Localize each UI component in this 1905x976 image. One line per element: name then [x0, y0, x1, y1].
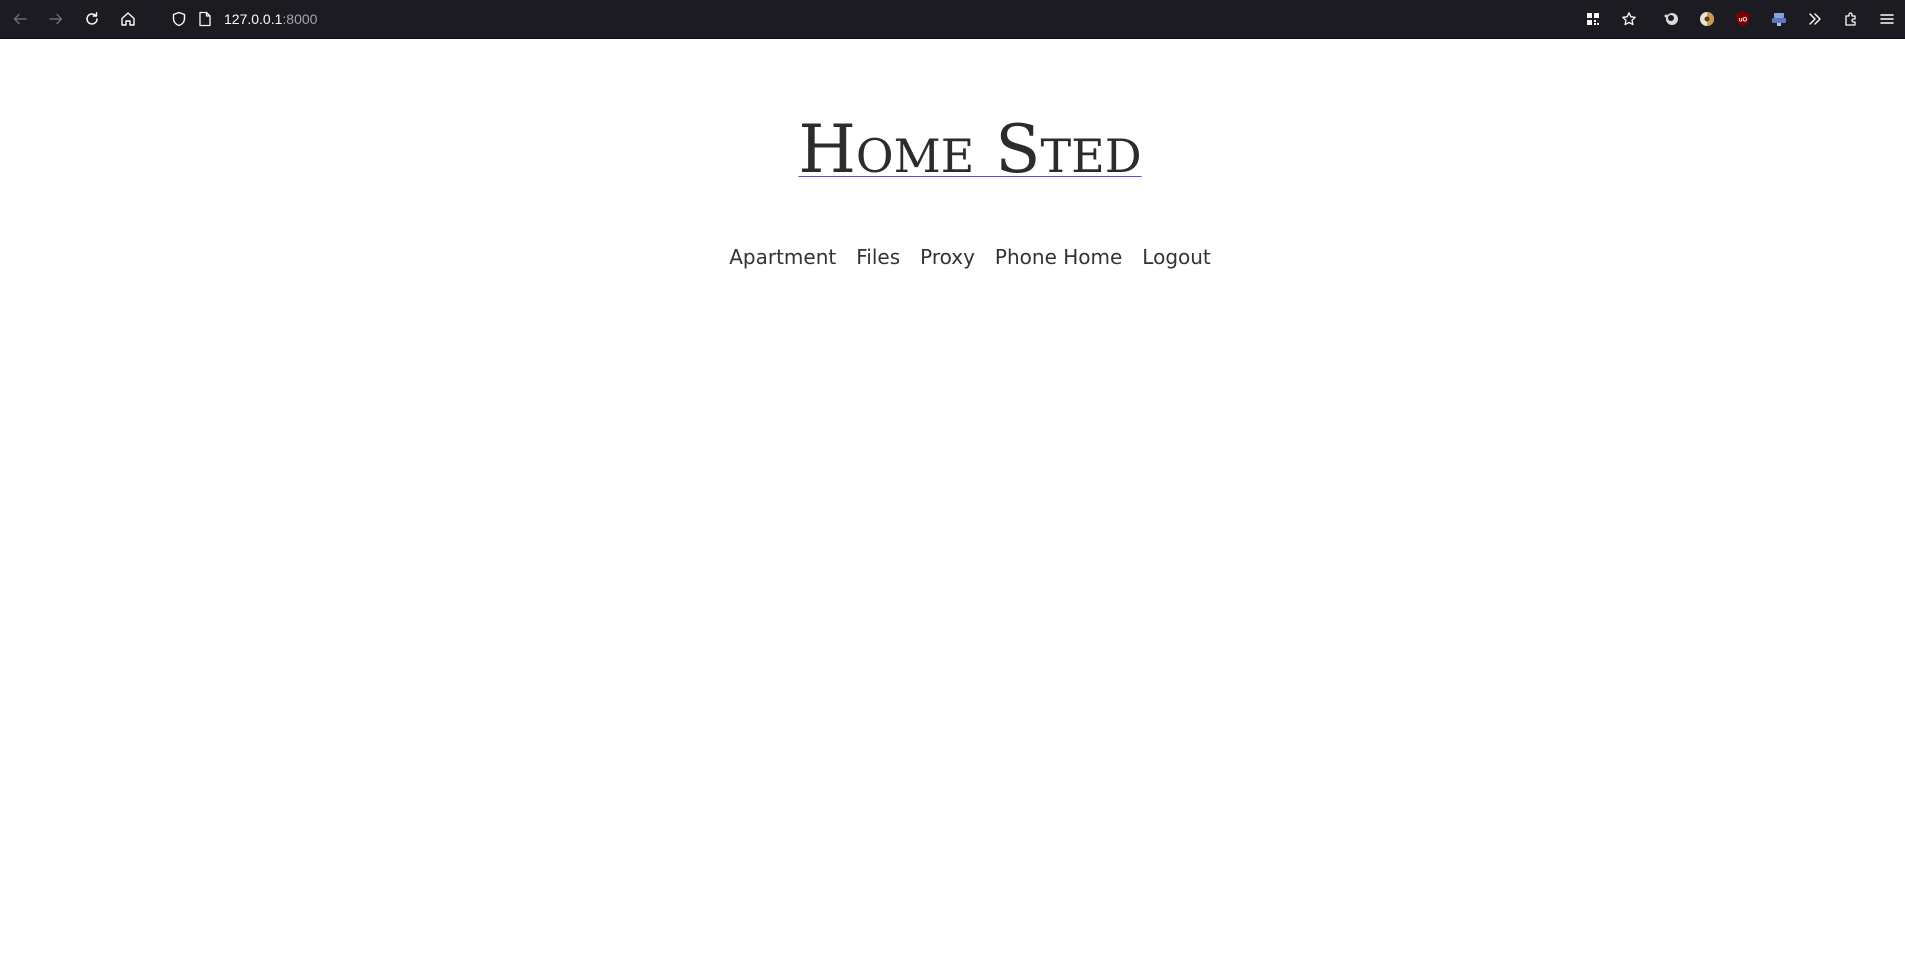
browser-toolbar: 127.0.0.1:8000 uO [0, 0, 1905, 39]
extension-icon [1664, 13, 1678, 25]
extensions-button[interactable] [1833, 1, 1869, 37]
site-title: Home Sted [0, 111, 1905, 188]
extension-button-1[interactable] [1653, 1, 1689, 37]
url-port: :8000 [282, 11, 318, 27]
extension-icon [1772, 13, 1786, 26]
ublock-button[interactable]: uO [1725, 1, 1761, 37]
bookmark-button[interactable] [1611, 1, 1647, 37]
nav-link-proxy[interactable]: Proxy [910, 243, 985, 271]
url-bar[interactable]: 127.0.0.1:8000 [168, 3, 1575, 35]
reload-icon [86, 12, 98, 25]
home-button[interactable] [110, 1, 146, 37]
home-icon [121, 12, 135, 26]
star-icon [1622, 12, 1636, 26]
extension-icon [1700, 12, 1714, 26]
shield-icon[interactable] [168, 8, 190, 30]
puzzle-icon [1845, 12, 1856, 26]
overflow-button[interactable] [1797, 1, 1833, 37]
navigation-buttons [0, 1, 146, 37]
page-icon[interactable] [194, 8, 216, 30]
svg-text:uO: uO [1739, 18, 1748, 24]
arrow-left-icon [13, 13, 27, 25]
qr-code-icon [1587, 13, 1599, 25]
qr-code-button[interactable] [1575, 1, 1611, 37]
toolbar-actions: uO [1575, 1, 1905, 37]
nav-link-logout[interactable]: Logout [1132, 243, 1220, 271]
nav-link-files[interactable]: Files [846, 243, 910, 271]
chevron-double-right-icon [1809, 13, 1821, 25]
forward-button[interactable] [38, 1, 74, 37]
nav-link-phone-home[interactable]: Phone Home [985, 243, 1132, 271]
main-nav: Apartment Files Proxy Phone Home Logout [0, 243, 1905, 271]
reload-button[interactable] [74, 1, 110, 37]
site-title-link[interactable]: Home Sted [798, 111, 1141, 188]
back-button[interactable] [2, 1, 38, 37]
url-host: 127.0.0.1 [224, 11, 283, 27]
extension-button-4[interactable] [1761, 1, 1797, 37]
hamburger-menu-icon [1880, 14, 1894, 24]
ublock-icon: uO [1736, 11, 1750, 27]
app-menu-button[interactable] [1869, 1, 1905, 37]
page-content: Home Sted Apartment Files Proxy Phone Ho… [0, 39, 1905, 976]
extension-button-2[interactable] [1689, 1, 1725, 37]
arrow-right-icon [49, 13, 63, 25]
nav-link-apartment[interactable]: Apartment [719, 243, 846, 271]
